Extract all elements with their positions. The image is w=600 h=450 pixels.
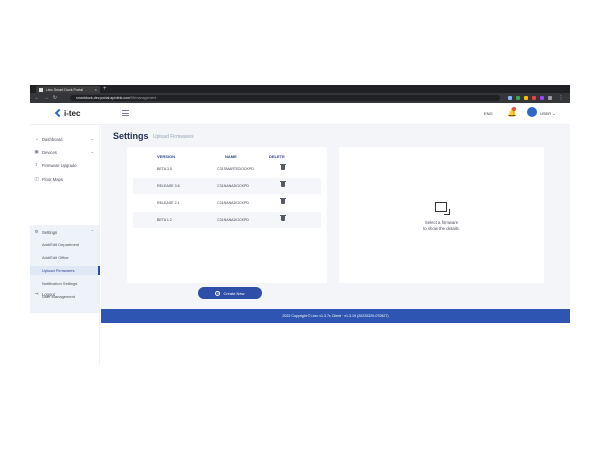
extension-icon[interactable] — [524, 96, 528, 100]
logout-icon: ⇥ — [34, 291, 39, 296]
menu-kebab-icon[interactable]: ⋮ — [558, 95, 564, 101]
url-text: smartdock-dev.portal.apixlink.com/fWmana… — [76, 96, 157, 100]
sidebar-item-settings[interactable]: ⚙ Settings ⌃ — [34, 228, 98, 236]
logo: i-tec — [54, 108, 80, 118]
footer: 2022 Copyright © i-tec v1.3.7c Client · … — [101, 309, 570, 323]
browser-toolbar: ← → ↻ smartdock-dev.portal.apixlink.com/… — [30, 93, 570, 103]
firmware-detail-card: Select a firmware to show the details. — [339, 147, 544, 283]
sidebar-item-logout[interactable]: ⇥ Logout — [34, 290, 98, 298]
hamburger-icon[interactable] — [122, 110, 129, 116]
version-cell: BETA 3.5 — [157, 167, 172, 171]
cursor-select-icon — [435, 202, 447, 212]
tab-title: i-tec Smart Dock Portal — [46, 87, 83, 92]
profile-icon[interactable] — [548, 96, 552, 100]
extension-icon[interactable] — [516, 96, 520, 100]
name-cell: C31NANADOCKPD — [217, 218, 249, 222]
name-cell: C31NANADOCKPD — [217, 201, 249, 205]
chevron-up-icon: ⌃ — [90, 229, 94, 234]
sidebar-sub-add-edit-department[interactable]: Add/Edit Department — [42, 240, 100, 249]
notification-badge — [512, 107, 516, 111]
sidebar-item-floor-maps[interactable]: ◫ Floor Maps — [34, 175, 98, 183]
user-menu[interactable]: USER ⌄ — [540, 111, 556, 116]
name-cell: C31NANADOCKPD — [217, 184, 249, 188]
column-header-delete: DELETE — [269, 154, 285, 159]
table-row[interactable]: BETA 3.5 C31SMARTEDOCKPD — [133, 161, 321, 177]
forward-icon[interactable]: → — [43, 95, 49, 101]
empty-state-text: Select a firmware to show the details. — [423, 220, 460, 231]
new-tab-button[interactable]: + — [103, 85, 107, 93]
sidebar-item-firmware-upgrade[interactable]: ⇪ Firmware Upgrade — [34, 161, 98, 169]
table-row[interactable]: RELEASE 2.1 C31NANADOCKPD — [133, 195, 321, 211]
sidebar-item-devices[interactable]: ▣ Devices ⌄ — [34, 148, 98, 156]
chevron-down-icon: ⌄ — [90, 136, 94, 141]
sidebar-sub-notification-settings[interactable]: Notification Settings — [42, 279, 100, 288]
page-title: Settings — [113, 131, 149, 141]
extension-icon[interactable] — [540, 96, 544, 100]
app-header: i-tec ENG 🔔 USER ⌄ — [30, 103, 570, 125]
logo-mark-icon — [54, 108, 64, 118]
settings-group: ⚙ Settings ⌃ Add/Edit Department Add/Edi… — [30, 225, 100, 313]
trash-icon[interactable] — [280, 197, 286, 205]
devices-icon: ▣ — [34, 149, 39, 154]
app: i-tec ENG 🔔 USER ⌄ ◔ Dashboard ⌄ ▣ Devic… — [30, 103, 570, 365]
upgrade-icon: ⇪ — [34, 162, 39, 167]
reload-icon[interactable]: ↻ — [52, 95, 58, 101]
browser-window: i-tec Smart Dock Portal × + ← → ↻ smartd… — [30, 85, 570, 365]
version-cell: RELEASE 2.1 — [157, 201, 180, 205]
table-row[interactable]: RELEASE 3.6 C31NANADOCKPD — [133, 178, 321, 194]
sidebar: ◔ Dashboard ⌄ ▣ Devices ⌄ ⇪ Firmware Upg… — [30, 125, 100, 365]
tab-strip: i-tec Smart Dock Portal × + — [30, 85, 570, 93]
firmware-list-card: VERSION NAME DELETE BETA 3.5 C31SMARTEDO… — [127, 147, 327, 283]
map-icon: ◫ — [34, 176, 39, 181]
gear-icon: ⚙ — [34, 229, 39, 234]
create-new-button[interactable]: + Create New — [198, 287, 262, 299]
main-content: Settings Upload Firmwares VERSION NAME D… — [101, 125, 570, 309]
address-bar[interactable]: smartdock-dev.portal.apixlink.com/fWmana… — [70, 95, 500, 101]
extension-icon[interactable] — [508, 96, 512, 100]
chevron-down-icon: ⌄ — [90, 149, 94, 154]
avatar[interactable] — [527, 107, 537, 117]
name-cell: C31SMARTEDOCKPD — [217, 167, 254, 171]
trash-icon[interactable] — [280, 163, 286, 171]
extension-icon[interactable] — [532, 96, 536, 100]
version-cell: BETA 1.2 — [157, 218, 172, 222]
screen: i-tec Smart Dock Portal × + ← → ↻ smartd… — [0, 0, 600, 450]
back-icon[interactable]: ← — [34, 95, 40, 101]
plus-circle-icon: + — [215, 290, 221, 296]
language-selector[interactable]: ENG — [484, 111, 493, 116]
column-header-name: NAME — [225, 154, 237, 159]
favicon-icon — [39, 87, 43, 92]
dashboard-icon: ◔ — [35, 136, 38, 142]
version-cell: RELEASE 3.6 — [157, 184, 180, 188]
sidebar-sub-add-edit-office[interactable]: Add/Edit Office — [42, 253, 100, 262]
table-row[interactable]: BETA 1.2 C31NANADOCKPD — [133, 212, 321, 228]
browser-tab[interactable]: i-tec Smart Dock Portal × — [36, 86, 100, 93]
page-subtitle: Upload Firmwares — [153, 134, 194, 140]
sidebar-sub-upload-firmwares[interactable]: Upload Firmwares — [30, 266, 100, 275]
trash-icon[interactable] — [280, 214, 286, 222]
tab-close-icon[interactable]: × — [95, 87, 97, 92]
sidebar-item-dashboard[interactable]: ◔ Dashboard ⌄ — [34, 135, 98, 143]
column-header-version: VERSION — [157, 154, 176, 159]
trash-icon[interactable] — [280, 180, 286, 188]
footer-copyright: 2022 Copyright © i-tec v1.3.7c Client · … — [282, 314, 389, 318]
